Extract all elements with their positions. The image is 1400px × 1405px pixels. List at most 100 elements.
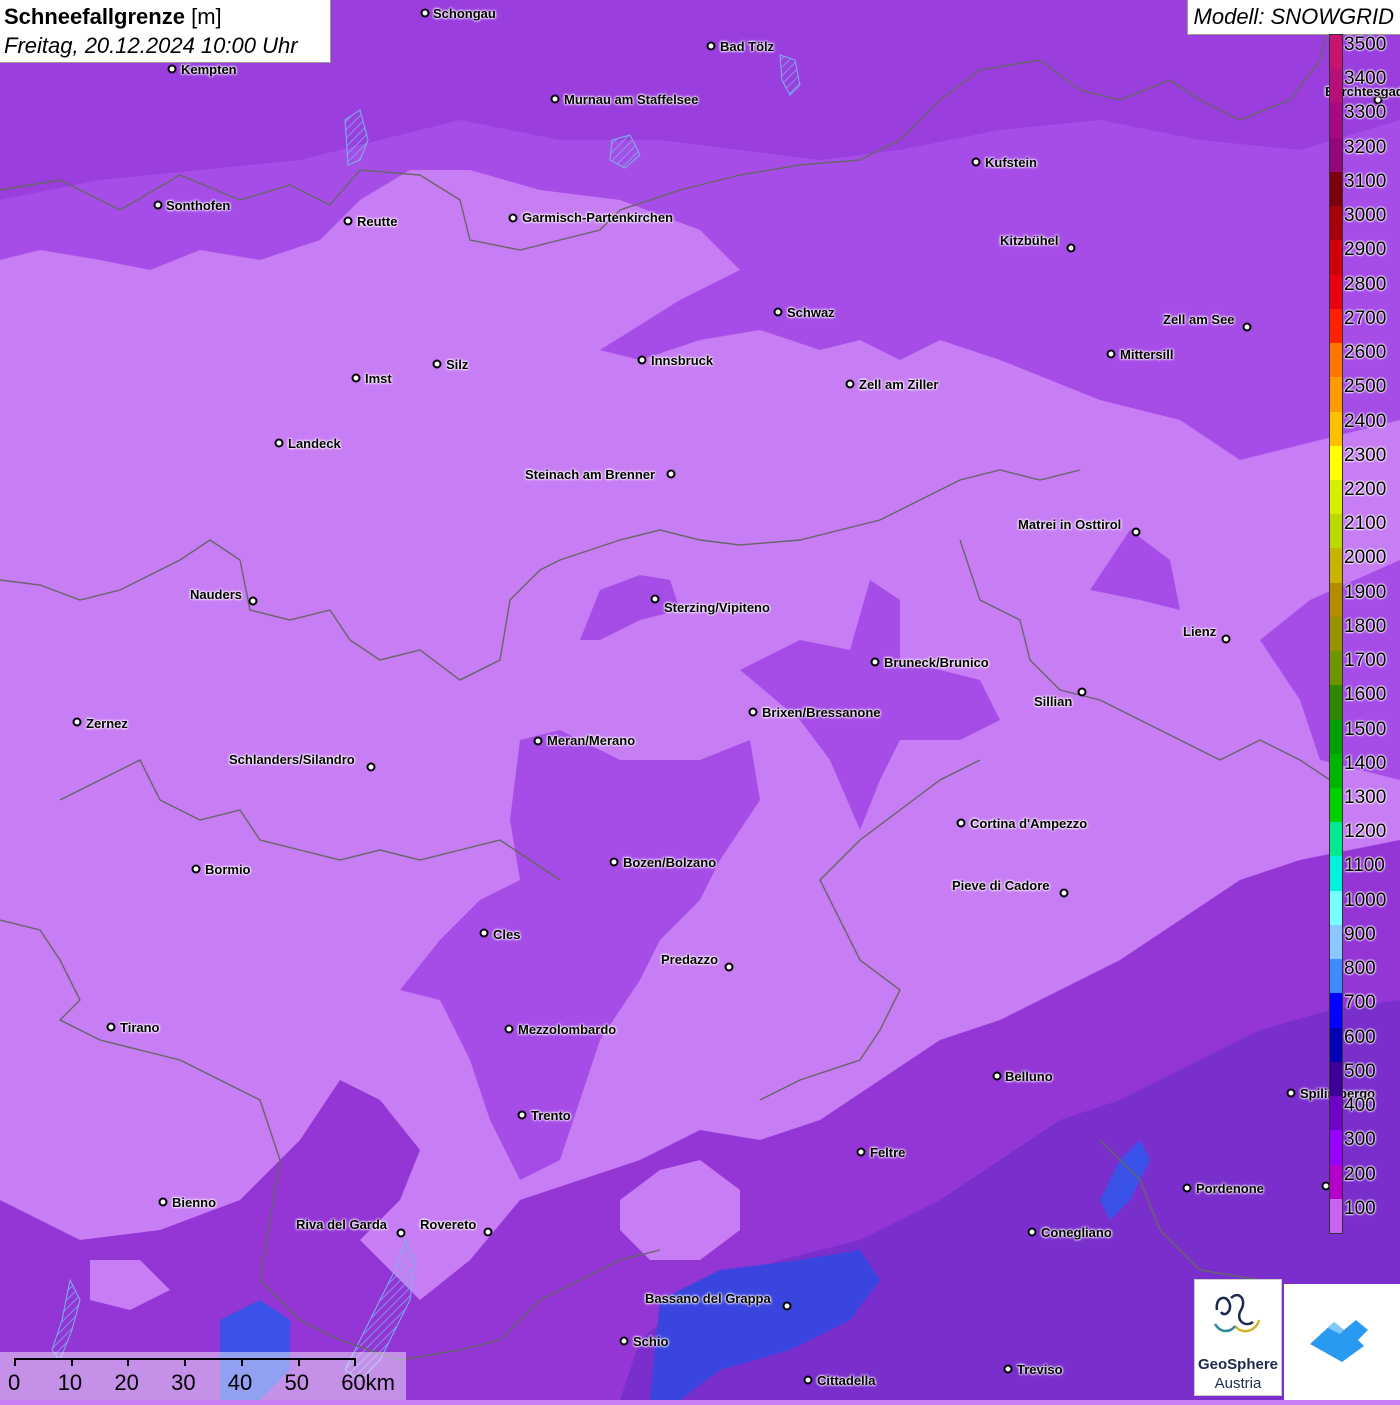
city-label: Conegliano xyxy=(1041,1225,1112,1240)
city-label: Tirano xyxy=(120,1020,160,1035)
scale-tick xyxy=(240,1358,243,1366)
legend-swatch xyxy=(1330,377,1342,412)
city-label: Pieve di Cadore xyxy=(952,878,1050,893)
city-label: Mezzolombardo xyxy=(518,1022,617,1037)
city-label: Meran/Merano xyxy=(547,733,636,748)
legend-swatch xyxy=(1330,1164,1342,1200)
city-label: Bassano del Grappa xyxy=(645,1291,771,1306)
legend-swatch xyxy=(1330,822,1342,857)
scale-tick xyxy=(297,1358,300,1366)
legend-swatch xyxy=(1330,1130,1342,1166)
scale-tick xyxy=(127,1358,130,1366)
legend-swatch xyxy=(1330,753,1342,789)
legend-label: 3500 xyxy=(1344,34,1387,55)
legend-label: 2900 xyxy=(1344,239,1387,261)
scale-tick xyxy=(184,1358,187,1366)
legend-swatch xyxy=(1330,171,1342,207)
legend-label: 1100 xyxy=(1344,855,1385,877)
legend-label: 1400 xyxy=(1344,752,1387,774)
geosphere-logo-icon xyxy=(1213,1293,1261,1333)
map-title: Schneefallgrenze [m] xyxy=(4,4,222,29)
legend-label: 3400 xyxy=(1344,68,1387,90)
legend-label: 3100 xyxy=(1344,170,1387,192)
snow-app-icon xyxy=(1310,1320,1368,1362)
legend-label: 1200 xyxy=(1344,821,1387,843)
city-label: Brixen/Bressanone xyxy=(762,705,881,720)
legend-label: 2200 xyxy=(1344,478,1387,500)
city-label: Steinach am Brenner xyxy=(525,467,656,482)
city-label: Zernez xyxy=(86,716,128,731)
city-label: Garmisch-Partenkirchen xyxy=(522,210,674,225)
scale-tick xyxy=(70,1358,73,1366)
legend-label: 2300 xyxy=(1344,444,1387,466)
city-label: Schwaz xyxy=(787,305,835,320)
legend-label: 1900 xyxy=(1344,581,1387,603)
legend-swatch xyxy=(1330,514,1342,549)
city-label: Reutte xyxy=(357,214,398,229)
legend-label: 500 xyxy=(1344,1060,1376,1082)
legend-label: 400 xyxy=(1344,1095,1376,1117)
legend-label: 2400 xyxy=(1344,410,1387,432)
legend-swatch xyxy=(1330,582,1342,618)
legend-swatch xyxy=(1330,479,1342,515)
legend-label: 3000 xyxy=(1344,205,1387,227)
legend-label: 600 xyxy=(1344,1026,1376,1048)
scale-label: 50 xyxy=(284,1370,309,1395)
legend-label: 2700 xyxy=(1344,307,1387,329)
city-label: Bienno xyxy=(172,1195,217,1210)
city-label: Kempten xyxy=(181,62,237,77)
city-label: Feltre xyxy=(870,1145,906,1160)
legend-swatch xyxy=(1330,1096,1342,1131)
city-label: Bad Tölz xyxy=(720,39,775,54)
legend-swatch xyxy=(1330,993,1342,1029)
map-unit: [m] xyxy=(191,4,222,29)
city-label: Mittersill xyxy=(1120,347,1174,362)
legend-label: 3200 xyxy=(1344,136,1387,158)
city-label: Cles xyxy=(493,927,521,942)
legend-swatch xyxy=(1330,651,1342,686)
legend-swatch xyxy=(1330,103,1342,139)
legend-swatch xyxy=(1330,959,1342,994)
city-label: Schlanders/Silandro xyxy=(229,752,355,767)
scale-label: 0 xyxy=(8,1370,21,1395)
model-label: Modell: SNOWGRID xyxy=(1186,0,1400,35)
city-label: Bormio xyxy=(205,862,251,877)
scale-label: 30 xyxy=(171,1370,196,1395)
city-label: Kitzbühel xyxy=(1000,233,1059,248)
scale-label: 20 xyxy=(114,1370,139,1395)
scale-tick xyxy=(14,1358,16,1366)
app-icon-button[interactable] xyxy=(1284,1284,1400,1400)
scale-tick xyxy=(354,1358,357,1366)
legend-swatch xyxy=(1330,240,1342,276)
city-label: Treviso xyxy=(1017,1362,1063,1377)
geosphere-logo[interactable]: GeoSphere Austria xyxy=(1194,1279,1282,1396)
scale-label: 40 xyxy=(227,1370,253,1395)
legend-label: 300 xyxy=(1344,1129,1376,1151)
scale-label: 10 xyxy=(57,1370,83,1395)
city-label: Matrei in Osttirol xyxy=(1018,517,1122,532)
city-label: Innsbruck xyxy=(651,353,714,368)
legend-swatch xyxy=(1330,1061,1342,1097)
legend-swatch xyxy=(1330,548,1342,584)
logo-name: GeoSphere xyxy=(1197,1356,1279,1373)
city-label: Pordenone xyxy=(1196,1181,1264,1196)
city-label: Schio xyxy=(633,1334,669,1349)
legend-label: 1700 xyxy=(1344,650,1387,672)
legend-label: 2000 xyxy=(1344,547,1387,569)
legend-label: 1500 xyxy=(1344,718,1387,740)
legend-swatch xyxy=(1330,445,1342,481)
legend-swatch xyxy=(1330,69,1342,104)
legend-swatch xyxy=(1330,856,1342,892)
legend-swatch xyxy=(1330,411,1342,447)
legend-label: 100 xyxy=(1344,1197,1376,1219)
legend-swatch xyxy=(1330,719,1342,755)
city-label: Schongau xyxy=(433,6,496,21)
city-label: Zell am Ziller xyxy=(859,377,939,392)
color-legend-bar xyxy=(1329,34,1343,1234)
legend-swatch xyxy=(1330,343,1342,378)
legend-swatch xyxy=(1330,137,1342,173)
legend-label: 900 xyxy=(1344,923,1376,945)
city-label: Sillian xyxy=(1034,694,1073,709)
city-label: Nauders xyxy=(190,587,243,602)
city-label: Cittadella xyxy=(817,1373,876,1388)
